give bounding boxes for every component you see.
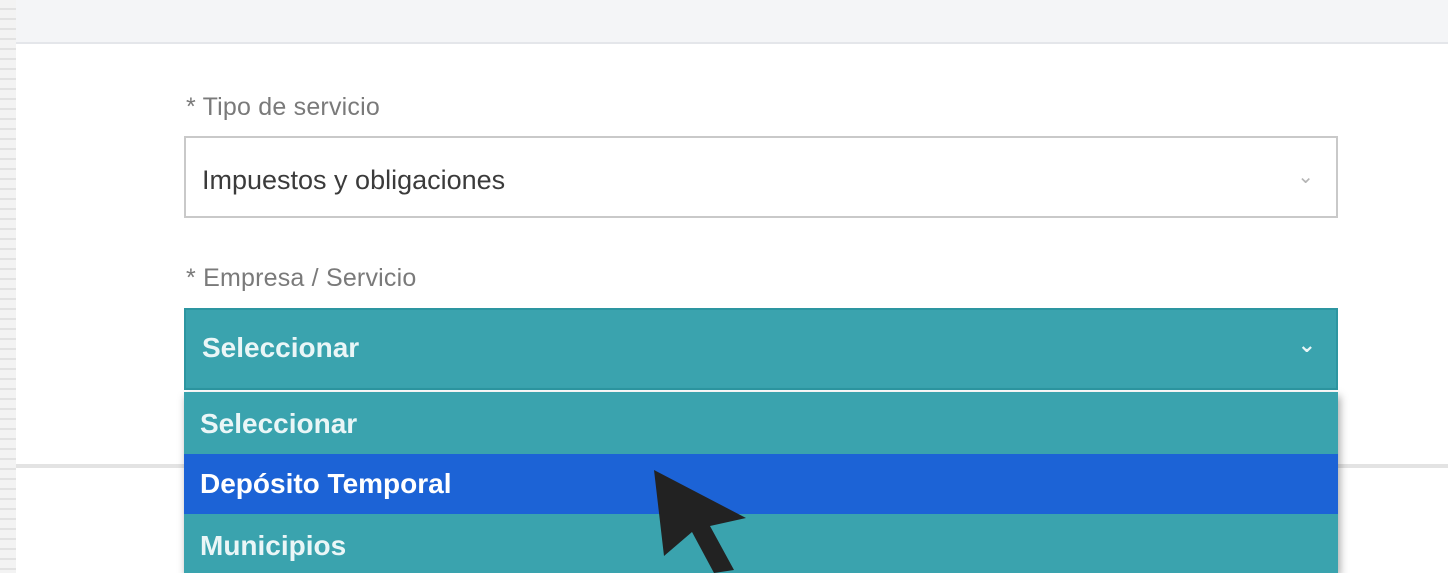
option-municipios[interactable]: Municipios [184, 516, 1338, 573]
left-edge-decoration [0, 0, 16, 573]
chevron-down-icon: ⌄ [1297, 332, 1316, 357]
tipo-servicio-label: * Tipo de servicio [186, 93, 380, 121]
option-deposito-temporal[interactable]: Depósito Temporal [184, 454, 1338, 514]
chevron-down-icon: ⌄ [1297, 166, 1314, 188]
empresa-servicio-select[interactable]: Seleccionar ⌄ [184, 308, 1338, 390]
page: * Tipo de servicio Impuestos y obligacio… [0, 0, 1448, 573]
empresa-servicio-label: * Empresa / Servicio [186, 264, 417, 292]
option-seleccionar[interactable]: Seleccionar [184, 394, 1338, 454]
tipo-servicio-select[interactable]: Impuestos y obligaciones ⌄ [184, 136, 1338, 218]
empresa-servicio-value: Seleccionar [202, 332, 360, 363]
tipo-servicio-value: Impuestos y obligaciones [202, 165, 506, 195]
top-banner [16, 0, 1448, 44]
empresa-servicio-options: Seleccionar Depósito Temporal Municipios [184, 392, 1338, 573]
